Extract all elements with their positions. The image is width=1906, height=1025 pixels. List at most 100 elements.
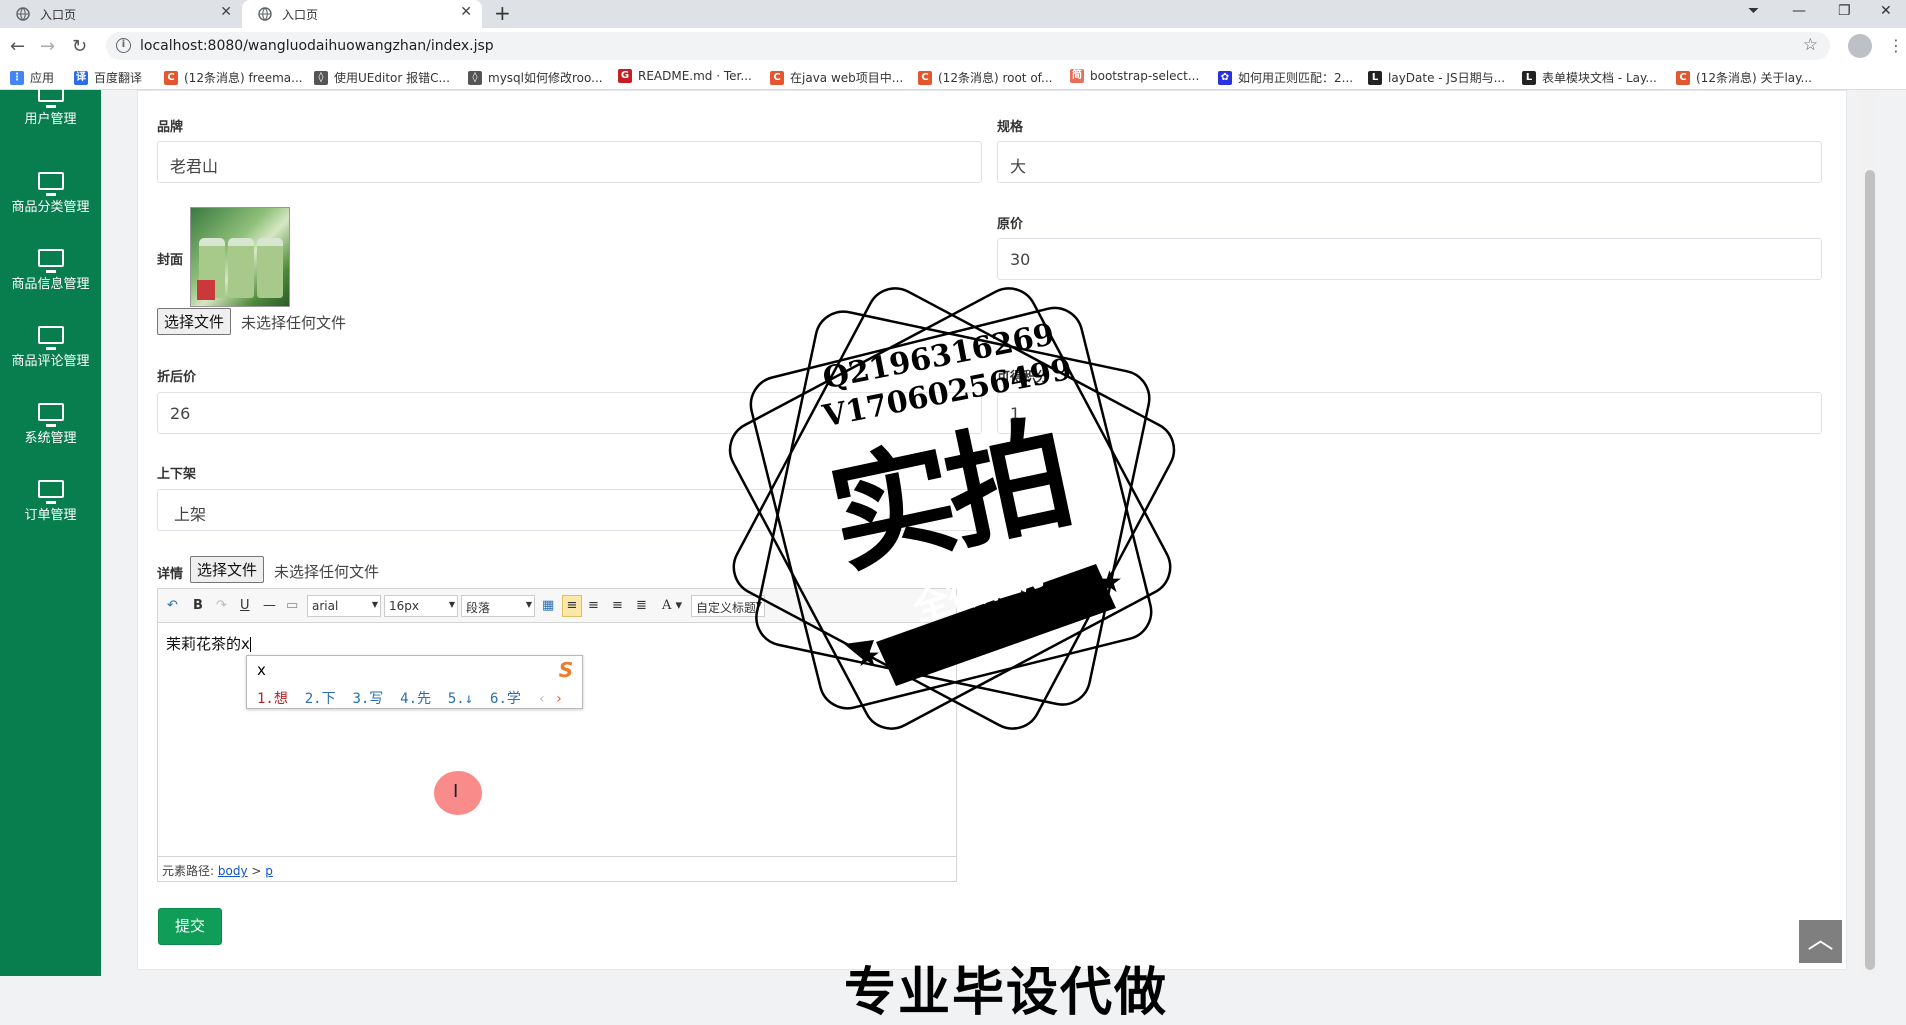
menu-icon[interactable]: ⋮: [1888, 36, 1904, 55]
back-to-top-button[interactable]: ︿: [1799, 920, 1842, 963]
cover-image: [190, 207, 290, 307]
bold-icon[interactable]: B: [193, 598, 203, 613]
scrollbar-thumb[interactable]: [1865, 170, 1875, 970]
star-icon[interactable]: ☆: [1803, 35, 1818, 55]
ime-candidate[interactable]: 1.想: [257, 691, 288, 707]
monitor-icon: [37, 480, 64, 504]
profile-icon[interactable]: [1848, 34, 1872, 58]
table-icon[interactable]: ▦: [542, 598, 554, 613]
brand-input[interactable]: 老君山: [157, 141, 982, 183]
font-family-select[interactable]: arial ▼: [307, 595, 381, 617]
jianshu-icon: 简: [1070, 69, 1084, 83]
ime-candidate-popup: x S 1.想 2.下 3.写 4.先 5.↓ 6.学 ‹ ›: [246, 655, 583, 709]
bookmark-item[interactable]: 简 bootstrap-select...: [1070, 69, 1199, 83]
tab-search-icon[interactable]: ⏷: [1748, 3, 1759, 19]
csdn-icon: C: [918, 70, 932, 85]
tab-title: 入口页: [282, 8, 319, 22]
bookmark-item[interactable]: G README.md · Ter...: [618, 69, 752, 83]
mouse-cursor-highlight: I: [434, 771, 482, 815]
ime-candidate[interactable]: 4.先: [400, 691, 431, 707]
redo-icon[interactable]: ↷: [216, 598, 227, 613]
horizontal-rule-icon[interactable]: —: [263, 598, 276, 613]
bookmark-item[interactable]: L 表单模块文档 - Lay...: [1522, 69, 1657, 86]
spec-label: 规格: [997, 120, 1024, 135]
csdn-icon: C: [770, 70, 784, 85]
path-p-link[interactable]: p: [265, 864, 273, 878]
globe-icon: [258, 7, 272, 21]
ime-candidate[interactable]: 6.学: [490, 691, 521, 707]
close-icon[interactable]: ✕: [460, 4, 472, 20]
browser-toolbar: ← → ↻ i localhost:8080/wangluodaihuowang…: [0, 28, 1906, 64]
monitor-icon: [37, 172, 64, 196]
detail-file-button[interactable]: 选择文件: [190, 556, 265, 583]
ime-composition: x: [257, 661, 266, 679]
back-icon[interactable]: ←: [10, 36, 25, 57]
path-body-link[interactable]: body: [218, 864, 248, 878]
info-icon[interactable]: i: [116, 38, 131, 53]
forward-icon[interactable]: →: [40, 36, 55, 57]
align-center-icon[interactable]: ≡: [588, 598, 599, 613]
sidebar-item-reviews[interactable]: 商品评论管理: [0, 326, 101, 369]
close-icon[interactable]: ✕: [220, 4, 232, 20]
cover-file-button[interactable]: 选择文件: [157, 308, 232, 335]
bookmark-item[interactable]: C (12条消息) root of...: [918, 69, 1052, 86]
font-size-select[interactable]: 16px ▼: [384, 595, 458, 617]
price-label: 原价: [997, 217, 1024, 232]
address-bar[interactable]: i localhost:8080/wangluodaihuowangzhan/i…: [106, 32, 1830, 60]
ime-prev-icon[interactable]: ‹: [538, 691, 546, 707]
paste-plain-icon[interactable]: ▭: [286, 598, 298, 613]
bookmark-item[interactable]: ◊ 使用UEditor 报错C...: [314, 69, 450, 86]
price-input[interactable]: 30: [997, 238, 1822, 280]
editor-content[interactable]: 茉莉花茶的x: [166, 633, 251, 654]
chevron-up-icon: ︿: [1807, 925, 1834, 955]
font-color-icon[interactable]: A ▾: [662, 598, 682, 613]
bookmark-item[interactable]: ✿ 如何用正则匹配：2...: [1218, 69, 1353, 86]
bookmark-item[interactable]: LlayDate - JS日期与...: [1368, 69, 1505, 86]
ime-next-icon[interactable]: ›: [555, 691, 563, 707]
window-close-icon[interactable]: ✕: [1880, 3, 1892, 19]
undo-icon[interactable]: ↶: [167, 598, 178, 613]
ime-candidate[interactable]: 3.写: [352, 691, 383, 707]
gitee-icon: G: [618, 69, 632, 83]
ime-candidate[interactable]: 2.下: [305, 691, 336, 707]
align-justify-icon[interactable]: ≣: [636, 598, 647, 613]
sidebar: 用户管理 商品分类管理 商品信息管理 商品评论管理 系统管理 订单管理: [0, 84, 101, 976]
bookmark-item[interactable]: C 在java web项目中...: [770, 69, 903, 86]
csdn-icon: C: [164, 70, 178, 85]
browser-tab-1[interactable]: 入口页 ✕: [0, 0, 242, 28]
baidu-icon: ✿: [1218, 70, 1232, 85]
spec-input[interactable]: 大: [997, 141, 1822, 183]
baidu-fanyi-icon: 译: [74, 70, 88, 85]
layui-icon: L: [1522, 70, 1536, 85]
underline-icon[interactable]: U: [240, 598, 250, 613]
sidebar-item-system[interactable]: 系统管理: [0, 403, 101, 446]
sidebar-item-users[interactable]: 用户管理: [0, 84, 101, 127]
bookmark-item[interactable]: C (12条消息) 关于lay...: [1676, 69, 1812, 86]
apps-icon: ⋮: [10, 70, 24, 85]
sidebar-item-categories[interactable]: 商品分类管理: [0, 172, 101, 215]
url-text: localhost:8080/wangluodaihuowangzhan/ind…: [140, 38, 494, 54]
browser-tab-2[interactable]: 入口页 ✕: [242, 0, 482, 28]
new-tab-icon[interactable]: +: [494, 1, 511, 25]
ime-candidate[interactable]: 5.↓: [448, 691, 473, 707]
submit-button[interactable]: 提交: [158, 908, 222, 945]
monitor-icon: [37, 84, 64, 108]
minimize-icon[interactable]: —: [1792, 3, 1806, 19]
svg-text:★: ★: [1096, 565, 1123, 600]
globe-icon: [16, 7, 30, 21]
bookmark-item[interactable]: 译百度翻译: [74, 69, 142, 86]
element-path-bar: 元素路径: body > p: [158, 856, 956, 881]
monitor-icon: [37, 403, 64, 427]
restore-icon[interactable]: ❐: [1838, 3, 1851, 19]
sidebar-item-products[interactable]: 商品信息管理: [0, 249, 101, 292]
yuque-icon: ◊: [468, 70, 482, 85]
paragraph-select[interactable]: 段落 ▼: [461, 595, 535, 617]
align-left-icon[interactable]: ≡: [562, 595, 582, 617]
ime-candidates: 1.想 2.下 3.写 4.先 5.↓ 6.学 ‹ ›: [257, 688, 563, 708]
reload-icon[interactable]: ↻: [72, 36, 87, 57]
align-right-icon[interactable]: ≡: [612, 598, 623, 613]
bookmark-item[interactable]: C (12条消息) freema...: [164, 69, 303, 86]
brand-label: 品牌: [157, 120, 184, 135]
sidebar-item-orders[interactable]: 订单管理: [0, 480, 101, 523]
bookmark-item[interactable]: ◊ mysql如何修改roo...: [468, 69, 603, 86]
